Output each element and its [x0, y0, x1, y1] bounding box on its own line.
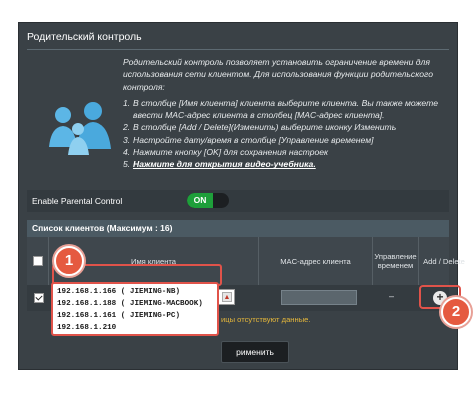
steps-list: 1. В столбце [Имя клиента] клиента выбери…	[123, 97, 449, 171]
step-text: Нажмите кнопку [OK] для сохранения настр…	[133, 147, 329, 158]
intro-text: Родительский контроль позволяет установи…	[123, 57, 433, 92]
step-item: 3. Настройте дату/время в столбце [Управл…	[123, 134, 449, 146]
enable-label: Enable Parental Control	[32, 196, 123, 206]
step-badge-2: 2	[441, 297, 471, 327]
apply-button[interactable]: рименить	[221, 341, 289, 363]
no-data-message: ицы отсутствуют данные.	[221, 315, 311, 324]
step-text: В столбце [Имя клиента] клиента выберите…	[133, 97, 439, 121]
enable-parental-control-row: Enable Parental Control ON	[27, 190, 449, 212]
step-badge-1: 1	[54, 246, 84, 276]
select-all-checkbox[interactable]	[32, 256, 43, 266]
step-text: Настройте дату/время в столбце [Управлен…	[133, 134, 374, 145]
mac-address-input[interactable]	[281, 290, 357, 305]
select-all-column	[27, 237, 49, 285]
step-number: 1.	[123, 97, 131, 108]
dropdown-option[interactable]: 192.168.1.188 ( JIEMING-MACBOOK)	[57, 298, 217, 310]
dropdown-option[interactable]: 192.168.1.161 ( JIEMING-PC)	[57, 310, 217, 322]
toggle-on-label: ON	[187, 193, 213, 208]
dropdown-option[interactable]: 192.168.1.210	[57, 322, 217, 334]
title-divider	[27, 49, 449, 50]
step-text: В столбце [Add / Delete](Изменить) выбер…	[133, 122, 397, 133]
video-tutorial-link[interactable]: Нажмите для открытия видео-учебника.	[133, 159, 316, 169]
column-mac-address: MAC-адрес клиента	[259, 237, 373, 285]
step-number: 3.	[123, 134, 131, 145]
step-number: 4.	[123, 147, 131, 158]
page-title: Родительский контроль	[27, 31, 142, 43]
dropdown-option[interactable]: 192.168.1.166 ( JIEMING-NB)	[57, 286, 217, 298]
column-time-management: Управление временем	[373, 237, 419, 285]
family-icon	[49, 102, 111, 155]
parental-control-toggle[interactable]: ON	[187, 193, 229, 208]
client-list-header: Список клиентов (Максимум : 16)	[27, 220, 449, 237]
step-number: 2.	[123, 122, 131, 133]
step-item: 5. Нажмите для открытия видео-учебника.	[123, 158, 449, 170]
client-list-title: Список клиентов (Максимум : 16)	[32, 223, 173, 233]
step-item: 2. В столбце [Add / Delete](Изменить) выб…	[123, 121, 449, 133]
row-checkbox[interactable]	[34, 293, 44, 303]
step-number: 5.	[123, 159, 131, 170]
triangle-up-icon[interactable]: ▲	[222, 292, 232, 302]
column-add-delete: Add / Delete	[423, 256, 465, 266]
step-item: 4. Нажмите кнопку [OK] для сохранения нас…	[123, 146, 449, 158]
step-item: 1. В столбце [Имя клиента] клиента выбери…	[123, 97, 449, 122]
client-dropdown-list: 192.168.1.166 ( JIEMING-NB) 192.168.1.18…	[51, 282, 219, 336]
time-management-value: –	[389, 291, 395, 301]
description-block: Родительский контроль позволяет установи…	[123, 56, 449, 171]
